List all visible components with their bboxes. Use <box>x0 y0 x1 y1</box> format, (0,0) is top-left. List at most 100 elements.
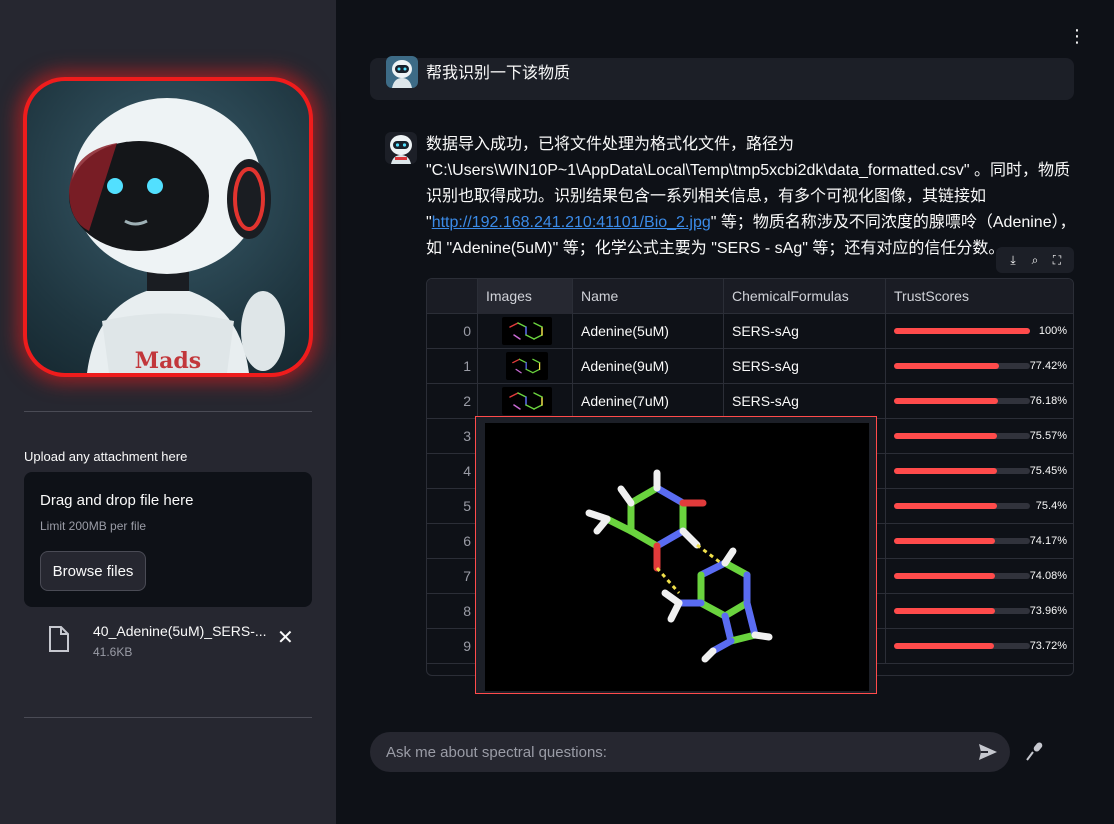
row-index: 8 <box>427 594 478 629</box>
file-icon <box>49 626 69 652</box>
upload-label: Upload any attachment here <box>24 449 188 464</box>
trust-score-label: 75.45% <box>1029 465 1067 477</box>
formula-cell: SERS-sAg <box>724 384 886 419</box>
trust-score-label: 76.18% <box>1029 395 1067 407</box>
trust-score-bar-fill <box>894 363 999 369</box>
fullscreen-icon[interactable]: ⛶ <box>1048 253 1066 268</box>
name-cell: Adenine(7uM) <box>573 384 724 419</box>
trust-score-cell: 77.42% <box>886 349 1073 384</box>
robot-illustration: Mads <box>69 98 285 373</box>
assistant-avatar <box>385 132 417 164</box>
trust-score-bar-fill <box>894 328 1030 334</box>
trust-score-label: 75.57% <box>1029 430 1067 442</box>
trust-score-label: 73.96% <box>1029 605 1067 617</box>
molecule-thumbnail[interactable] <box>502 387 552 415</box>
trust-score-bar <box>894 573 1030 579</box>
file-size: 41.6KB <box>93 645 133 659</box>
trust-score-label: 100% <box>1038 325 1067 337</box>
column-header-chemical-formulas[interactable]: ChemicalFormulas <box>724 279 886 314</box>
dropzone-limit: Limit 200MB per file <box>40 519 147 533</box>
table-row[interactable]: 1 Adenine(9uM) SERS-sAg 77.42% <box>427 349 1073 384</box>
file-name: 40_Adenine(5uM)_SERS-... <box>93 623 267 639</box>
trust-score-bar <box>894 538 1030 544</box>
molecule-image <box>485 423 869 691</box>
trust-score-cell: 75.45% <box>886 454 1073 489</box>
trust-score-label: 74.17% <box>1029 535 1067 547</box>
image-preview-popup <box>475 416 877 694</box>
column-header-name[interactable]: Name <box>573 279 724 314</box>
formula-cell: SERS-sAg <box>724 314 886 349</box>
trust-score-bar <box>894 433 1030 439</box>
trust-score-bar <box>894 468 1030 474</box>
trust-score-bar-fill <box>894 468 997 474</box>
column-header-index[interactable] <box>427 279 478 314</box>
trust-score-bar-fill <box>894 398 998 404</box>
trust-score-bar-fill <box>894 608 995 614</box>
trust-score-cell: 76.18% <box>886 384 1073 419</box>
column-header-trust-scores[interactable]: TrustScores <box>886 279 1073 314</box>
trust-score-label: 73.72% <box>1029 640 1067 652</box>
chat-input-container <box>370 732 1010 772</box>
trust-score-bar-fill <box>894 433 997 439</box>
kebab-menu-icon[interactable]: ⋮ <box>1068 26 1086 46</box>
remove-file-close-icon[interactable]: ✕ <box>277 628 294 648</box>
row-index: 0 <box>427 314 478 349</box>
name-cell: Adenine(9uM) <box>573 349 724 384</box>
trust-score-bar <box>894 503 1030 509</box>
browse-files-button[interactable]: Browse files <box>40 551 146 591</box>
table-toolbar: ⤓ ⌕ ⛶ <box>996 247 1074 273</box>
row-index: 1 <box>427 349 478 384</box>
row-index: 4 <box>427 454 478 489</box>
row-index: 3 <box>427 419 478 454</box>
table-row[interactable]: 0 Adenine(5uM) SERS-sAg 100% <box>427 314 1073 349</box>
row-index: 2 <box>427 384 478 419</box>
row-index: 6 <box>427 524 478 559</box>
trust-score-cell: 100% <box>886 314 1073 349</box>
row-index: 5 <box>427 489 478 524</box>
chat-input[interactable] <box>386 732 966 772</box>
column-header-images[interactable]: Images <box>478 279 573 314</box>
trust-score-bar-fill <box>894 643 994 649</box>
user-message-text: 帮我识别一下该物质 <box>426 65 571 82</box>
trust-score-cell: 75.57% <box>886 419 1073 454</box>
search-icon[interactable]: ⌕ <box>1026 253 1044 268</box>
table-header: Images Name ChemicalFormulas TrustScores <box>427 279 1073 314</box>
image-cell[interactable] <box>478 314 573 349</box>
assistant-message-text: 数据导入成功，已将文件处理为格式化文件，路径为 "C:\Users\WIN10P… <box>426 132 1080 262</box>
image-cell[interactable] <box>478 349 573 384</box>
table-row[interactable]: 2 Adenine(7uM) SERS-sAg 76.18% <box>427 384 1073 419</box>
trust-score-cell: 73.72% <box>886 629 1073 664</box>
sidebar: Mads Upload any attachment here Drag and… <box>0 0 336 824</box>
row-index: 9 <box>427 629 478 664</box>
sidebar-divider <box>24 717 312 718</box>
download-icon[interactable]: ⤓ <box>1004 253 1022 268</box>
trust-score-bar <box>894 608 1030 614</box>
molecule-thumbnail[interactable] <box>502 317 552 345</box>
trust-score-label: 77.42% <box>1029 360 1067 372</box>
dropzone-title: Drag and drop file here <box>40 492 194 509</box>
trust-score-cell: 74.17% <box>886 524 1073 559</box>
formula-cell: SERS-sAg <box>724 349 886 384</box>
image-link[interactable]: http://192.168.241.210:41101/Bio_2.jpg <box>432 214 711 231</box>
send-icon[interactable] <box>976 740 1000 764</box>
sidebar-divider <box>24 411 312 412</box>
microphone-icon[interactable] <box>1024 740 1044 764</box>
trust-score-bar-fill <box>894 573 995 579</box>
trust-score-cell: 74.08% <box>886 559 1073 594</box>
file-dropzone[interactable]: Drag and drop file here Limit 200MB per … <box>24 472 312 607</box>
trust-score-bar-fill <box>894 538 995 544</box>
uploaded-file-item: 40_Adenine(5uM)_SERS-... 41.6KB ✕ <box>24 618 312 666</box>
image-cell[interactable] <box>478 384 573 419</box>
name-cell: Adenine(5uM) <box>573 314 724 349</box>
trust-score-bar <box>894 328 1030 334</box>
user-avatar <box>386 56 418 88</box>
trust-score-bar-fill <box>894 503 997 509</box>
trust-score-cell: 73.96% <box>886 594 1073 629</box>
trust-score-label: 75.4% <box>1035 500 1067 512</box>
user-chat-message: 帮我识别一下该物质 <box>370 56 1074 100</box>
trust-score-bar <box>894 398 1030 404</box>
trust-score-bar <box>894 643 1030 649</box>
row-index: 7 <box>427 559 478 594</box>
molecule-thumbnail[interactable] <box>506 352 548 380</box>
robot-avatar-image: Mads <box>23 77 313 377</box>
